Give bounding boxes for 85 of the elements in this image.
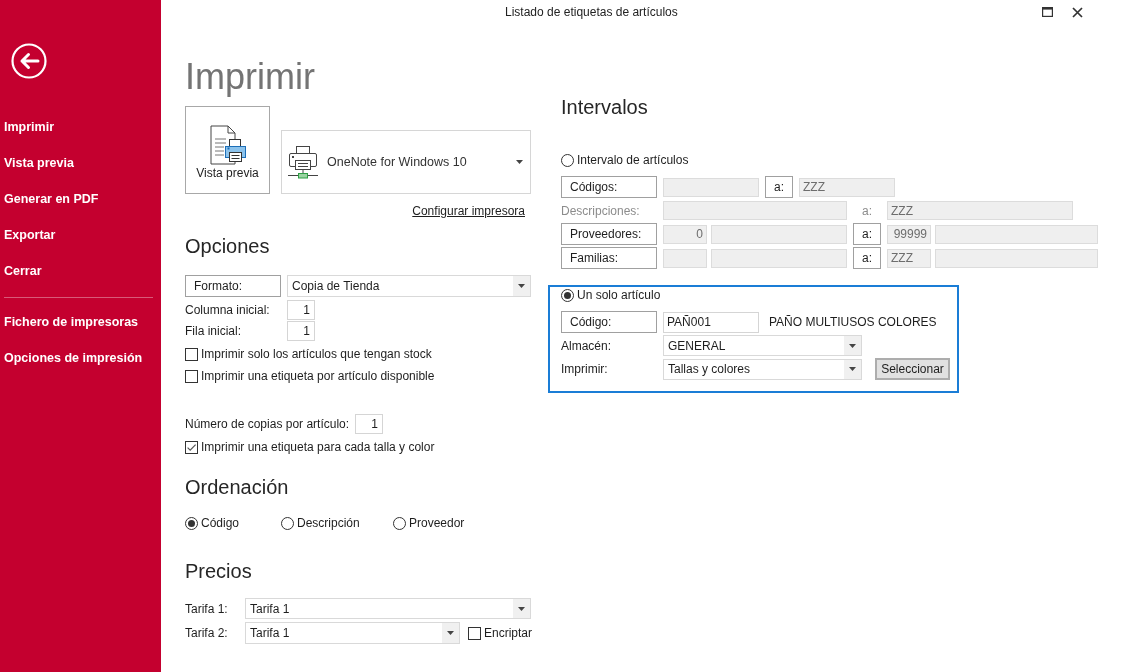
- text-field[interactable]: [935, 248, 1098, 268]
- text-field[interactable]: [711, 248, 847, 268]
- text-field[interactable]: ZZZ: [799, 177, 895, 197]
- sidebar-item[interactable]: Opciones de impresión: [4, 349, 143, 367]
- radio-label: Intervalo de artículos: [577, 153, 689, 167]
- caret-icon: [447, 631, 454, 635]
- field-label: Columna inicial:: [185, 303, 271, 317]
- section-heading: Ordenación: [185, 475, 289, 500]
- number-field[interactable]: 1: [355, 414, 383, 434]
- sidebar-item[interactable]: Generar en PDF: [4, 190, 99, 208]
- caret-icon: [849, 343, 856, 348]
- field-label: a:: [861, 203, 873, 218]
- text-field[interactable]: [935, 224, 1098, 244]
- window-title: Listado de etiquetas de artículos: [505, 5, 678, 19]
- lookup-button[interactable]: a:: [853, 223, 881, 245]
- radio-label: Proveedor: [409, 516, 465, 530]
- dropdown[interactable]: GENERAL: [663, 335, 862, 356]
- caret-icon: [849, 367, 856, 371]
- close-icon[interactable]: [1072, 6, 1083, 18]
- checkbox[interactable]: [185, 440, 198, 454]
- caret-icon: [516, 160, 523, 164]
- lookup-button[interactable]: a:: [765, 176, 793, 198]
- text-field[interactable]: ZZZ: [887, 201, 1073, 220]
- field-label: Tarifa 1:: [185, 601, 229, 616]
- field-label: Número de copias por artículo:: [185, 417, 351, 431]
- sidebar-item[interactable]: Cerrar: [4, 262, 42, 280]
- text-field[interactable]: [663, 177, 759, 197]
- checkbox-label: Encriptar: [484, 626, 533, 640]
- section-heading: Precios: [185, 559, 252, 584]
- radio-button[interactable]: [393, 516, 406, 530]
- dropdown[interactable]: Copia de Tienda: [287, 275, 531, 297]
- checkbox[interactable]: [185, 347, 198, 361]
- number-field[interactable]: 1: [287, 300, 315, 320]
- lookup-button[interactable]: Familias:: [561, 247, 657, 269]
- select-button[interactable]: Seleccionar: [875, 358, 950, 380]
- printer-dropdown[interactable]: OneNote for Windows 10: [281, 130, 531, 194]
- printer-setup-link[interactable]: Configurar impresora: [412, 203, 525, 219]
- text-field[interactable]: PAÑ001: [663, 311, 759, 333]
- back-icon[interactable]: [11, 43, 47, 79]
- section-heading: Opciones: [185, 234, 270, 259]
- lookup-button[interactable]: Códigos:: [561, 176, 657, 198]
- sidebar-item[interactable]: Fichero de impresoras: [4, 313, 139, 331]
- sidebar-item[interactable]: Imprimir: [4, 118, 54, 136]
- item-description: PAÑO MULTIUSOS COLORES: [769, 315, 937, 329]
- checkbox[interactable]: [468, 626, 481, 640]
- checkbox-label: Imprimir una etiqueta para cada talla y color: [201, 440, 435, 454]
- printer-icon: [288, 145, 318, 179]
- caret-icon: [518, 284, 525, 288]
- text-field[interactable]: ZZZ: [887, 248, 931, 268]
- caret-icon: [518, 606, 525, 611]
- text-field[interactable]: [711, 224, 847, 244]
- checkbox[interactable]: [185, 369, 198, 383]
- field-label: Imprimir:: [561, 362, 609, 376]
- radio-button[interactable]: [561, 288, 574, 302]
- maximize-icon[interactable]: [1042, 7, 1053, 17]
- lookup-button[interactable]: Código:: [561, 311, 657, 333]
- dropdown[interactable]: Tarifa 1: [245, 622, 460, 644]
- text-field[interactable]: 99999: [887, 224, 931, 244]
- preview-button[interactable]: Vista previa: [185, 106, 270, 194]
- text-field[interactable]: [663, 201, 847, 220]
- document-printer-icon: [208, 125, 247, 165]
- radio-label: Descripción: [297, 516, 360, 530]
- radio-button[interactable]: [561, 153, 574, 167]
- lookup-button[interactable]: Formato:: [185, 275, 281, 297]
- dropdown[interactable]: Tarifa 1: [245, 598, 531, 619]
- text-field[interactable]: [663, 248, 707, 268]
- number-field[interactable]: 1: [287, 321, 315, 341]
- sidebar-item[interactable]: Vista previa: [4, 154, 74, 172]
- page-title: Imprimir: [185, 55, 315, 99]
- field-label: Descripciones:: [561, 203, 641, 218]
- lookup-button[interactable]: a:: [853, 247, 881, 269]
- text-field[interactable]: 0: [663, 224, 707, 244]
- dropdown[interactable]: Tallas y colores: [663, 358, 862, 380]
- radio-button[interactable]: [185, 516, 198, 530]
- field-label: Almacén:: [561, 338, 613, 353]
- field-label: Fila inicial:: [185, 324, 242, 338]
- lookup-button[interactable]: Proveedores:: [561, 223, 657, 245]
- sidebar-item[interactable]: Exportar: [4, 226, 56, 244]
- field-label: Tarifa 2:: [185, 626, 229, 640]
- radio-label: Código: [201, 516, 240, 530]
- checkbox-label: Imprimir una etiqueta por artículo disponible: [201, 369, 435, 383]
- section-heading: Intervalos: [561, 95, 648, 120]
- radio-button[interactable]: [281, 516, 294, 530]
- checkbox-label: Imprimir solo los artículos que tengan stock: [201, 347, 432, 361]
- radio-label: Un solo artículo: [577, 288, 661, 302]
